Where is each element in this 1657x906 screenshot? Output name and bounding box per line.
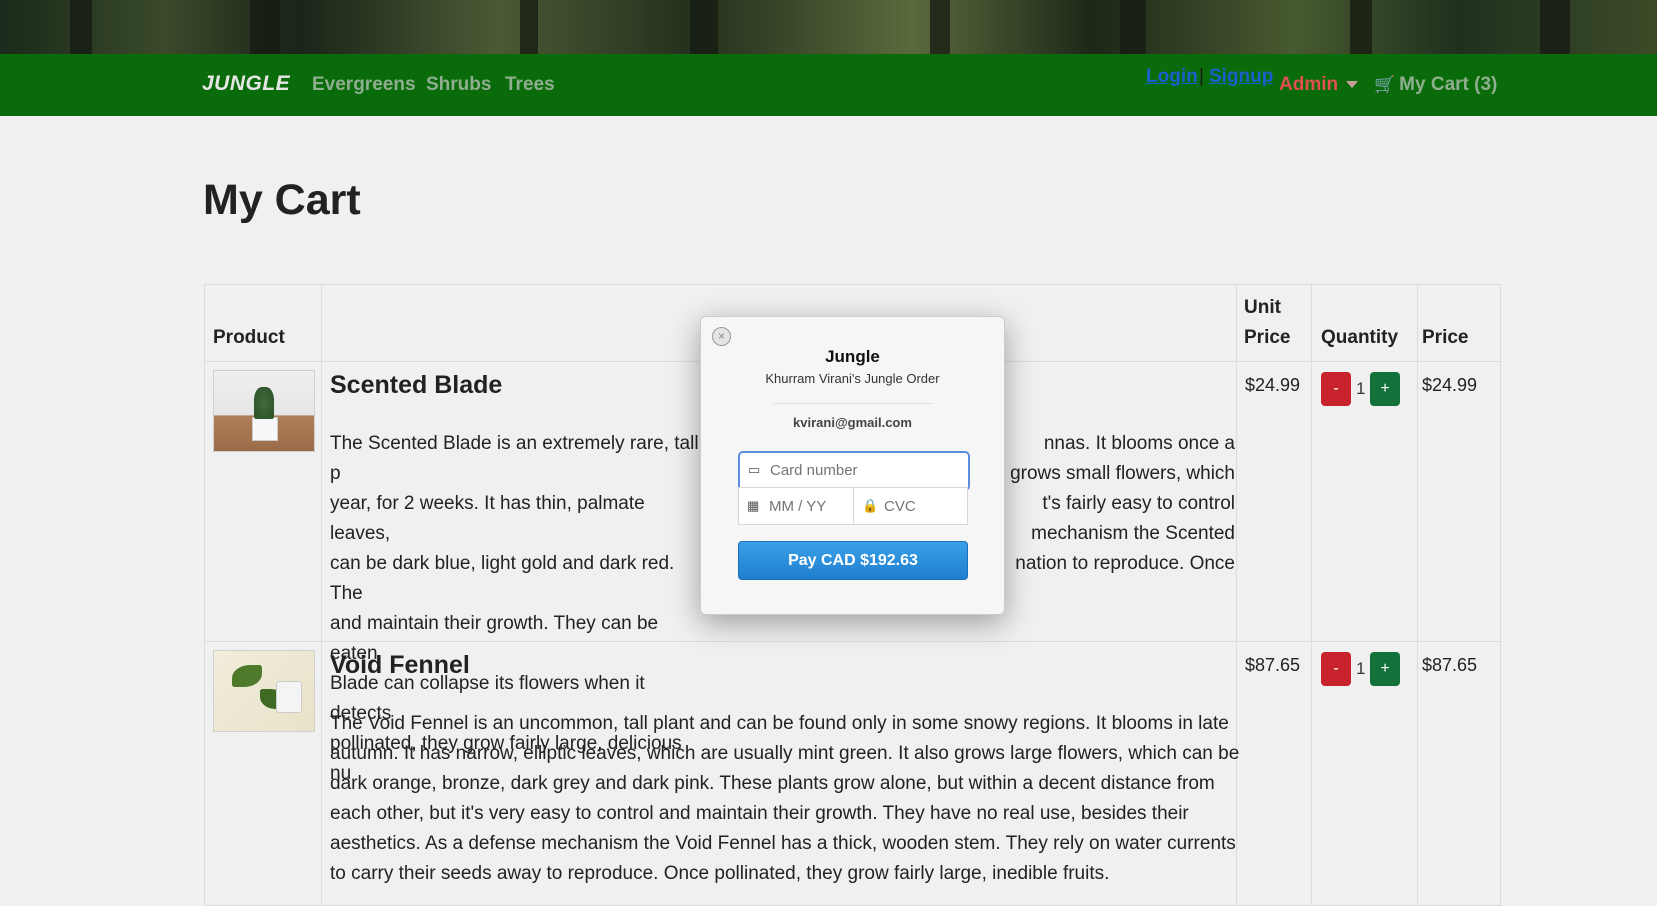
credit-card-icon: ▭ (748, 462, 761, 477)
card-number-input[interactable] (768, 461, 962, 480)
lock-icon: 🔒 (862, 498, 879, 513)
merchant-name: Jungle (825, 347, 880, 366)
checkout-modal: × Jungle Khurram Virani's Jungle Order k… (700, 316, 1005, 615)
cvc-input[interactable] (882, 497, 966, 516)
cvc-field[interactable]: 🔒 (854, 488, 967, 524)
modal-divider (773, 403, 933, 404)
order-description: Khurram Virani's Jungle Order (765, 371, 940, 386)
pay-button[interactable]: Pay CAD $192.63 (738, 541, 968, 580)
expiry-field[interactable]: ▦ (739, 488, 854, 524)
close-icon[interactable]: × (712, 327, 731, 346)
expiry-input[interactable] (767, 497, 851, 516)
card-details-row: ▦ 🔒 (738, 487, 968, 525)
calendar-icon: ▦ (747, 498, 760, 513)
customer-email: kvirani@gmail.com (793, 415, 912, 430)
card-number-field[interactable]: ▭ (738, 451, 970, 491)
